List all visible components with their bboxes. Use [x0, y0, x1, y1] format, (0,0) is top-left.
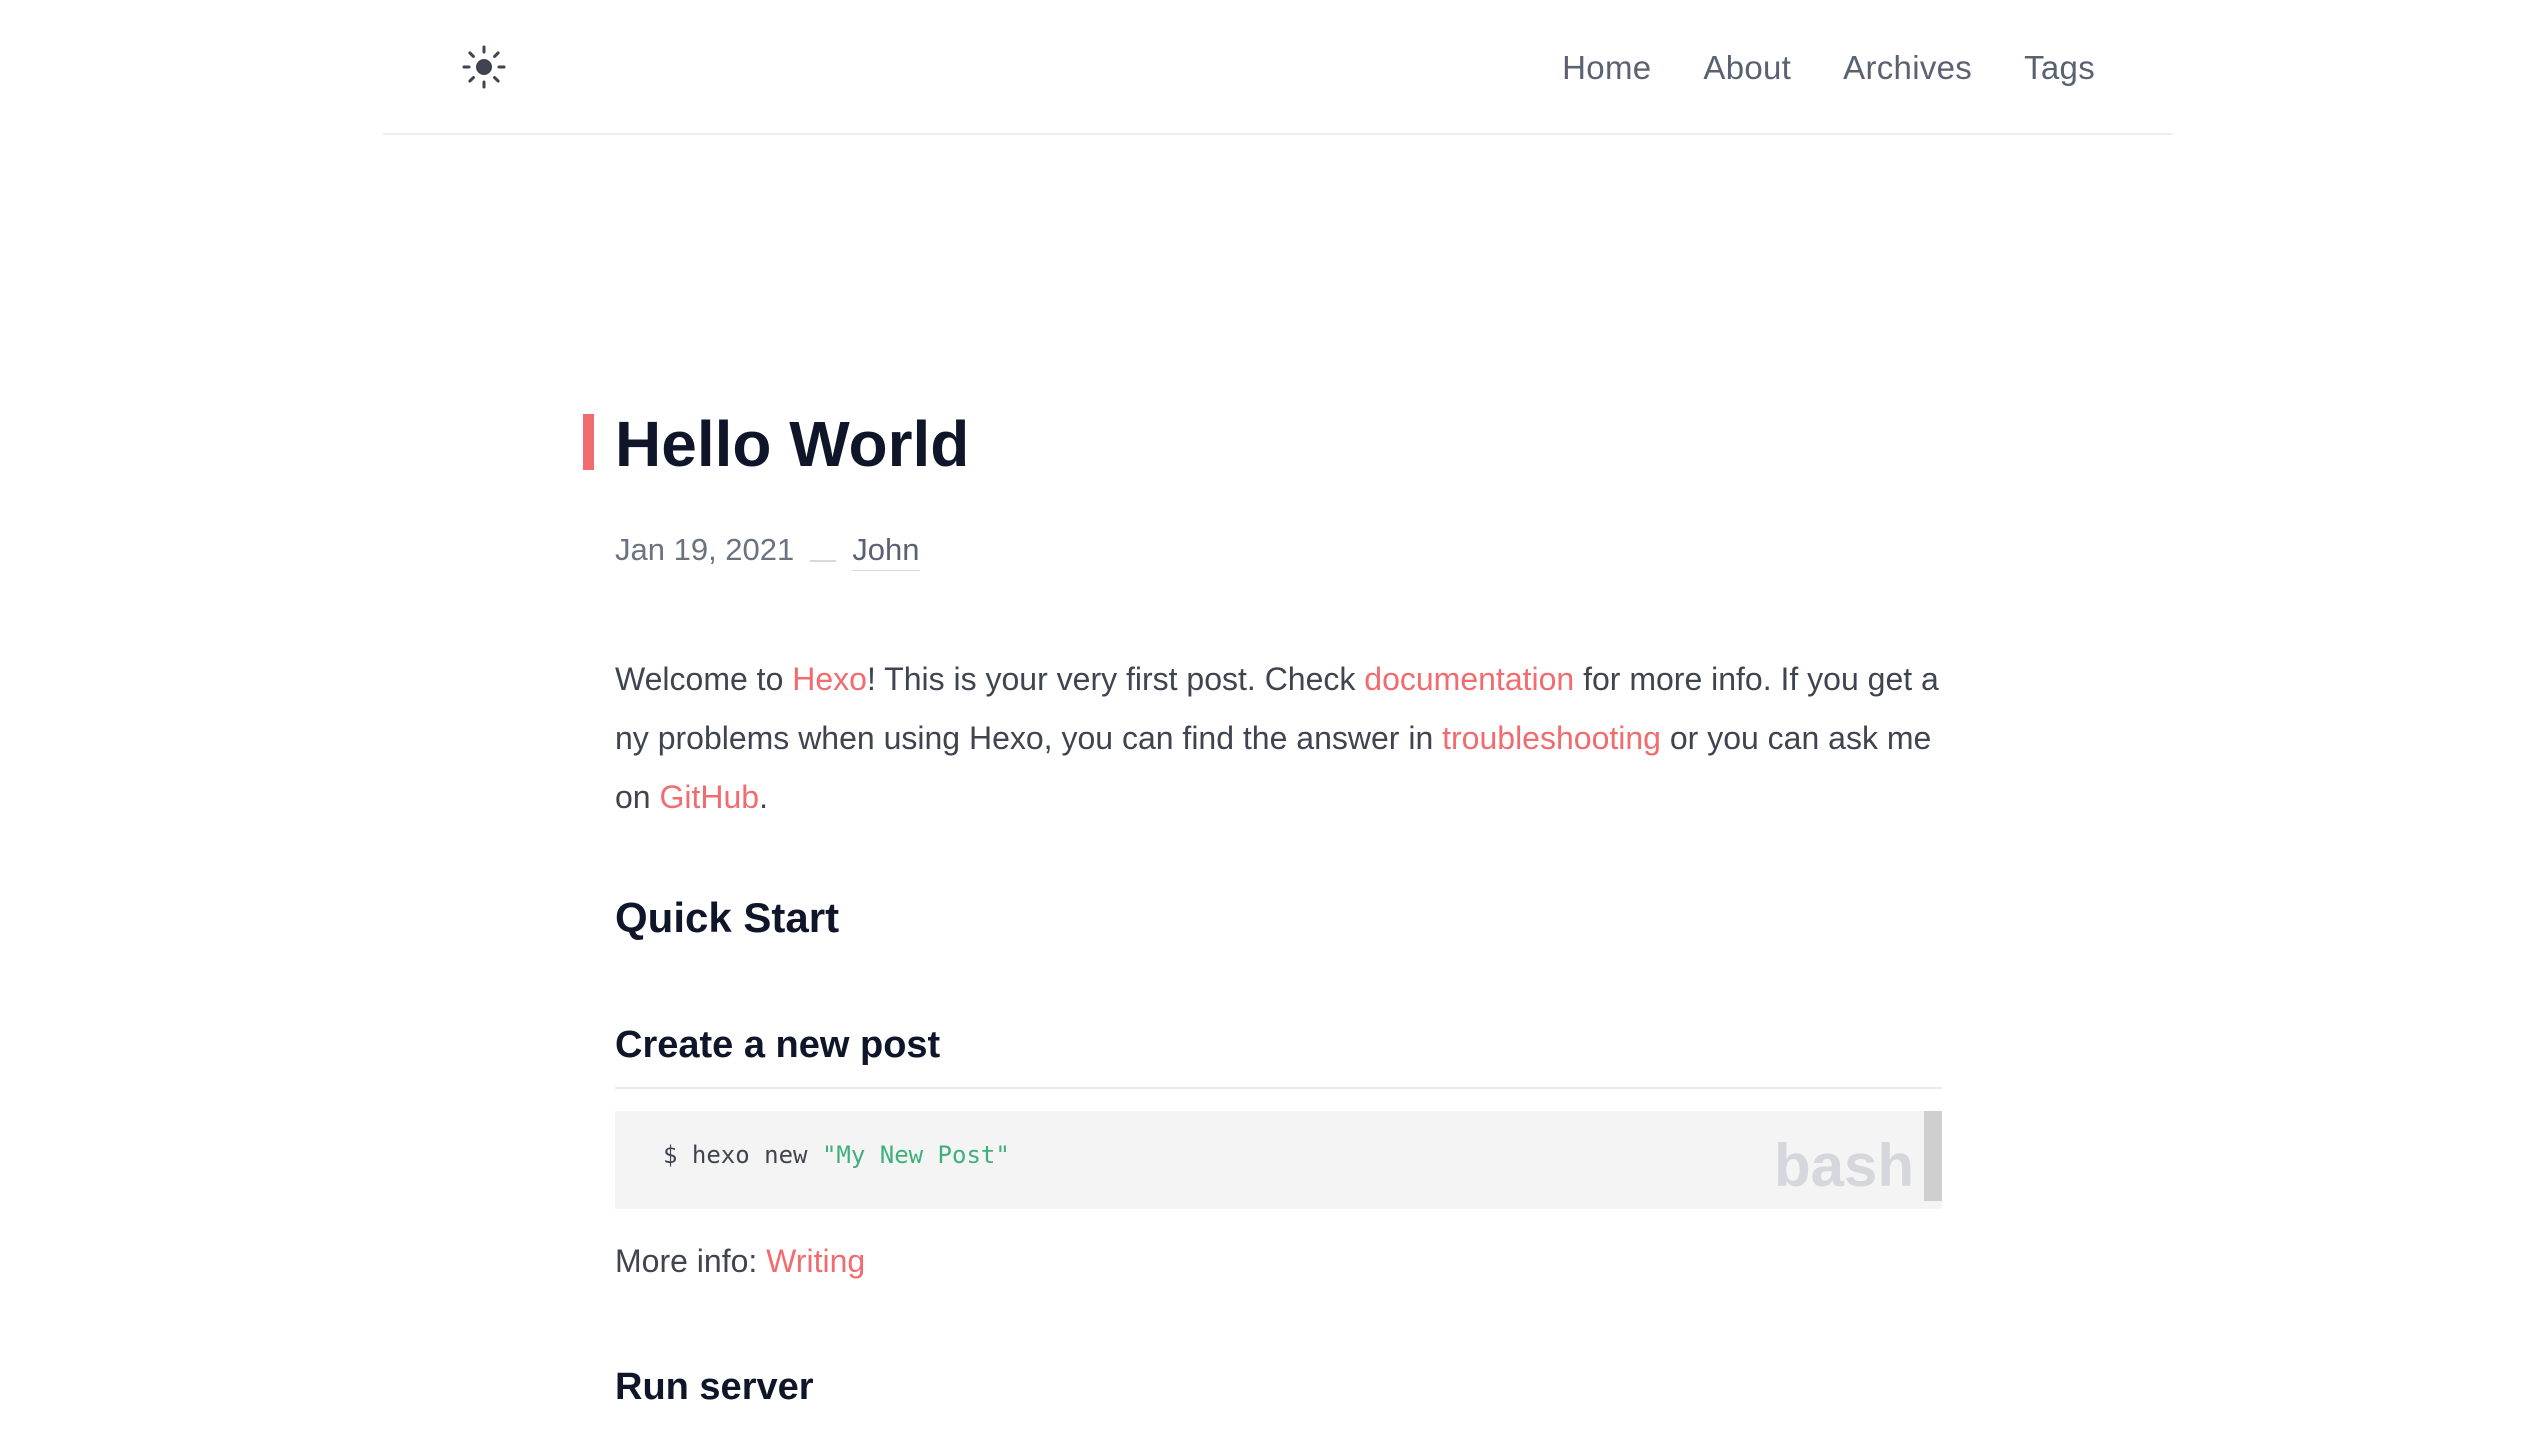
- post-author[interactable]: John: [852, 530, 920, 571]
- nav-archives[interactable]: Archives: [1843, 44, 1972, 92]
- code-block: $ hexo new "My New Post" bash: [615, 1111, 1942, 1209]
- main-nav: Home About Archives Tags: [1562, 44, 2095, 92]
- site-header: Home About Archives Tags: [383, 0, 2172, 135]
- intro-text: Welcome to: [615, 661, 793, 697]
- more-info-paragraph: More info: Writing: [615, 1237, 1942, 1285]
- nav-home[interactable]: Home: [1562, 44, 1651, 92]
- intro-text: ! This is your very first post. Check: [866, 661, 1365, 697]
- documentation-link[interactable]: documentation: [1364, 661, 1574, 697]
- code-command: $ hexo new: [663, 1141, 822, 1169]
- nav-about[interactable]: About: [1703, 44, 1791, 92]
- github-link[interactable]: GitHub: [659, 779, 759, 815]
- heading-run-server: Run server: [615, 1366, 814, 1408]
- heading-create-post: Create a new post: [615, 1019, 1942, 1089]
- title-accent-bar: [583, 414, 594, 470]
- code-language-label: bash: [1773, 1132, 1914, 1199]
- post-meta: Jan 19, 2021 John: [615, 528, 1942, 572]
- code-scrollbar[interactable]: [1924, 1111, 1942, 1201]
- post-date: Jan 19, 2021: [615, 532, 795, 567]
- code-string: "My New Post": [821, 1141, 1010, 1169]
- heading-quick-start: Quick Start: [615, 894, 840, 941]
- intro-paragraph: Welcome to Hexo! This is your very first…: [615, 650, 1942, 827]
- sun-icon[interactable]: [461, 44, 507, 90]
- writing-link[interactable]: Writing: [766, 1243, 865, 1279]
- post-title: Hello World: [615, 408, 970, 480]
- more-info-label: More info:: [615, 1243, 767, 1279]
- post-article: Hello World Jan 19, 2021 John Welcome to…: [583, 400, 1942, 1413]
- code-line: $ hexo new "My New Post": [663, 1141, 1010, 1169]
- troubleshooting-link[interactable]: troubleshooting: [1442, 720, 1661, 756]
- meta-separator: [810, 560, 837, 562]
- nav-tags[interactable]: Tags: [2024, 44, 2095, 92]
- intro-text: .: [759, 779, 768, 815]
- hexo-link[interactable]: Hexo: [792, 661, 867, 697]
